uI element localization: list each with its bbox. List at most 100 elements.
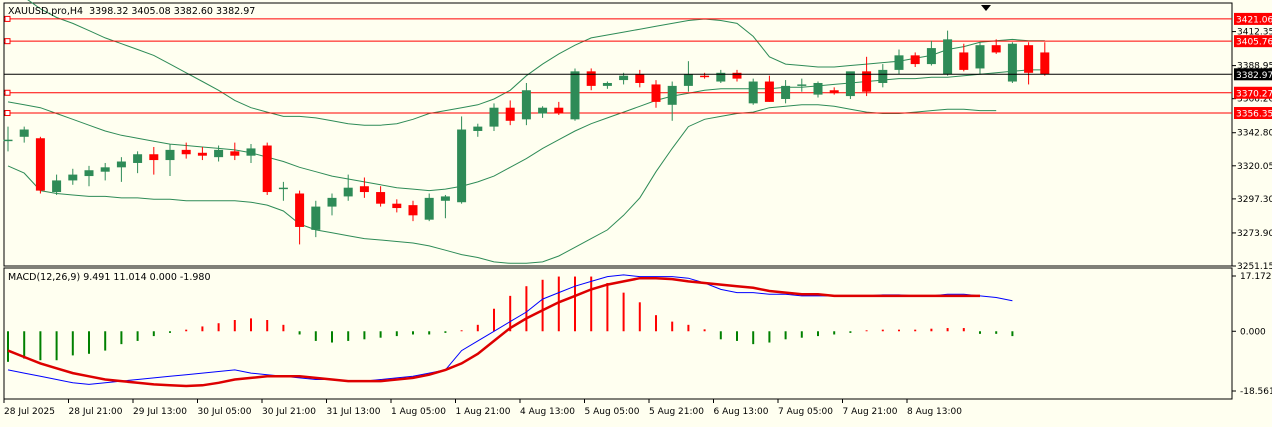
candle-body bbox=[68, 174, 78, 181]
macd-tick-label: 0.000 bbox=[1240, 327, 1266, 337]
ohlc-values: 3398.32 3405.08 3382.60 3382.97 bbox=[89, 6, 256, 17]
candle-body bbox=[781, 85, 791, 99]
candle-body bbox=[732, 72, 742, 79]
candle-body bbox=[878, 69, 888, 83]
candle-body bbox=[602, 82, 612, 86]
candle-body bbox=[376, 192, 386, 204]
candle-body bbox=[165, 149, 175, 161]
candle-body bbox=[829, 90, 839, 94]
candle-body bbox=[667, 85, 677, 105]
price-tick-label: 3251.15 bbox=[1237, 262, 1272, 272]
candle-body bbox=[52, 180, 62, 193]
time-tick-label: 8 Aug 13:00 bbox=[907, 407, 962, 417]
candle-body bbox=[683, 74, 693, 86]
candle-body bbox=[473, 126, 483, 131]
price-panel-frame bbox=[3, 2, 1233, 267]
candle-body bbox=[149, 154, 159, 161]
candle-body bbox=[197, 152, 207, 156]
level-handle bbox=[4, 89, 11, 96]
level-label: 3370.27 bbox=[1236, 89, 1272, 99]
macd-header: MACD(12,26,9) 9.491 11.014 0.000 -1.980 bbox=[8, 272, 211, 283]
candle-body bbox=[748, 81, 758, 104]
candle-body bbox=[700, 75, 710, 78]
level-handle bbox=[4, 38, 11, 45]
candle-body bbox=[440, 196, 450, 201]
price-tick-label: 3320.05 bbox=[1237, 162, 1272, 172]
time-tick-label: 30 Jul 05:00 bbox=[198, 407, 252, 417]
candle-body bbox=[813, 82, 823, 95]
candle-body bbox=[894, 55, 904, 70]
price-tick-label: 3342.80 bbox=[1237, 129, 1272, 139]
band-lower-line bbox=[7, 104, 997, 264]
candle-body bbox=[424, 197, 434, 220]
candle-body bbox=[19, 129, 29, 137]
macd-panel-frame bbox=[3, 267, 1233, 400]
candle-body bbox=[35, 138, 45, 191]
time-tick-label: 29 Jul 13:00 bbox=[133, 407, 187, 417]
candle-body bbox=[991, 45, 1001, 53]
price-tick-label: 3297.30 bbox=[1237, 195, 1272, 205]
candle-body bbox=[181, 149, 191, 155]
candle-body bbox=[359, 186, 369, 193]
time-tick-label: 30 Jul 21:00 bbox=[262, 407, 316, 417]
shift-marker-icon bbox=[981, 5, 991, 11]
chart-window: 3412.35 3388.95 3366.20 3342.80 3320.05 3297.… bbox=[0, 0, 1272, 423]
candle-body bbox=[554, 107, 564, 114]
level-handle bbox=[4, 15, 11, 22]
candle-body bbox=[926, 48, 936, 65]
candle-body bbox=[278, 187, 288, 190]
candle-body bbox=[457, 129, 467, 203]
candle-body bbox=[1007, 43, 1017, 82]
candle-body bbox=[246, 148, 256, 156]
candle-body bbox=[797, 84, 807, 86]
candle-body bbox=[230, 151, 240, 156]
time-tick-label: 5 Aug 05:00 bbox=[585, 407, 640, 417]
candle-body bbox=[586, 71, 596, 86]
candle-body bbox=[1040, 52, 1050, 75]
candle-body bbox=[1024, 45, 1034, 73]
candle-body bbox=[651, 84, 661, 102]
candle-body bbox=[116, 161, 126, 168]
candle-body bbox=[133, 154, 143, 163]
time-tick-label: 28 Jul 21:00 bbox=[69, 407, 123, 417]
candle-body bbox=[295, 193, 305, 227]
candle-body bbox=[311, 206, 321, 230]
candle-body bbox=[538, 107, 548, 114]
candle-body bbox=[635, 74, 645, 83]
level-label: 3421.06 bbox=[1236, 15, 1272, 25]
symbol-timeframe: XAUUSD.pro,H4 bbox=[8, 6, 84, 17]
candle-body bbox=[764, 81, 774, 102]
time-tick-label: 28 Jul 2025 bbox=[4, 407, 55, 417]
time-tick-label: 7 Aug 05:00 bbox=[778, 407, 833, 417]
price-tick-label: 3273.90 bbox=[1237, 229, 1272, 239]
candle-body bbox=[489, 107, 499, 127]
macd-values: 9.491 11.014 0.000 -1.980 bbox=[83, 272, 211, 283]
time-tick-label: 1 Aug 21:00 bbox=[456, 407, 511, 417]
level-label: 3356.35 bbox=[1236, 110, 1272, 120]
candle-body bbox=[100, 167, 110, 172]
candle-body bbox=[3, 139, 13, 142]
candle-body bbox=[521, 90, 531, 120]
time-tick-label: 7 Aug 21:00 bbox=[843, 407, 898, 417]
time-tick-label: 1 Aug 05:00 bbox=[391, 407, 446, 417]
symbol-header: XAUUSD.pro,H4 3398.32 3405.08 3382.60 33… bbox=[8, 6, 255, 17]
level-label: 3405.76 bbox=[1236, 38, 1272, 48]
candle-body bbox=[408, 205, 418, 216]
candle-body bbox=[214, 149, 224, 158]
candle-body bbox=[392, 203, 402, 209]
candle-body bbox=[959, 52, 969, 70]
candle-body bbox=[343, 187, 353, 197]
chart-canvas[interactable]: 3412.353388.953366.203342.803320.053297.… bbox=[0, 0, 1272, 423]
candle-body bbox=[619, 75, 629, 81]
candle-body bbox=[84, 170, 94, 177]
macd-tick-label: -18.561 bbox=[1240, 387, 1272, 397]
candle-body bbox=[570, 71, 580, 120]
candle-body bbox=[910, 55, 920, 65]
time-tick-label: 31 Jul 13:00 bbox=[327, 407, 381, 417]
candle-body bbox=[327, 197, 337, 207]
level-handle bbox=[4, 110, 11, 117]
macd-label: MACD(12,26,9) bbox=[8, 272, 81, 283]
time-tick-label: 5 Aug 21:00 bbox=[649, 407, 704, 417]
time-tick-label: 4 Aug 13:00 bbox=[520, 407, 575, 417]
candle-body bbox=[975, 45, 985, 69]
